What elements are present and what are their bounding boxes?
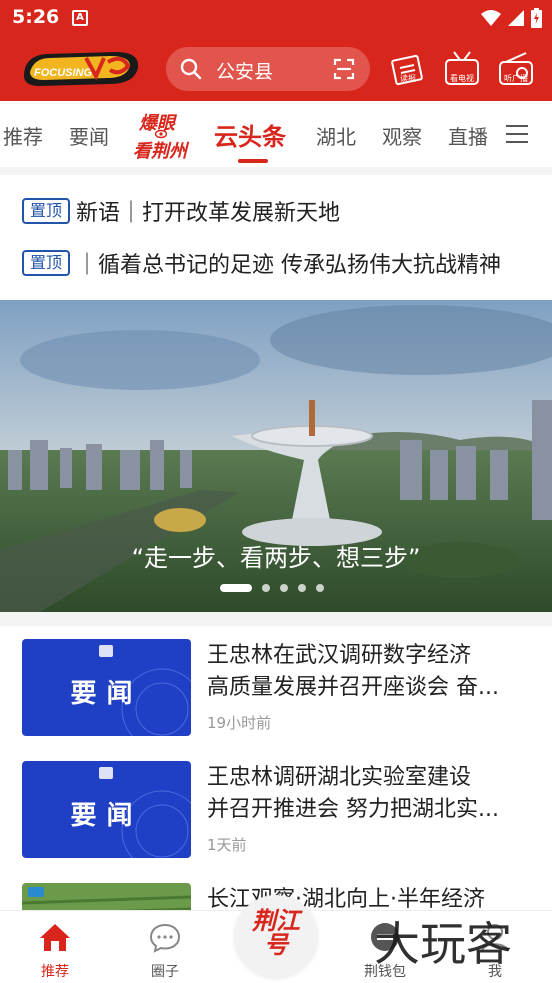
app-screen: 5:26 A FOCUSING 公安县 读报 看电视 听广播 推荐 要闻 爆眼 … bbox=[0, 0, 552, 983]
status-icons bbox=[481, 8, 542, 28]
news-title-line: 王忠林在武汉调研数字经济 bbox=[207, 643, 472, 668]
wifi-icon bbox=[481, 10, 501, 26]
app-logo[interactable]: FOCUSING bbox=[20, 46, 144, 90]
watch-tv-icon[interactable]: 看电视 bbox=[442, 50, 482, 88]
center-button-label: 荆江 号 bbox=[234, 909, 318, 957]
section-divider bbox=[0, 167, 552, 175]
carousel-dot-active bbox=[220, 584, 252, 592]
tab-yuntoutiao[interactable]: 云头条 bbox=[214, 117, 286, 152]
news-time: 19小时前 bbox=[207, 714, 272, 732]
watermark-text: 大玩客 bbox=[374, 917, 512, 971]
thumbnail-label: 要闻 bbox=[70, 679, 143, 709]
battery-icon bbox=[531, 8, 542, 28]
carousel-indicator bbox=[220, 584, 324, 592]
tab-hubei[interactable]: 湖北 bbox=[316, 121, 356, 150]
search-box[interactable]: 公安县 bbox=[166, 47, 370, 91]
news-title-line: 并召开推进会 努力把湖北实... bbox=[207, 797, 499, 822]
scan-icon[interactable] bbox=[332, 57, 356, 81]
nav-quanzi[interactable]: 圈子 bbox=[110, 911, 220, 983]
channel-menu-icon[interactable] bbox=[506, 125, 528, 143]
listen-radio-label: 听广播 bbox=[504, 74, 528, 83]
news-thumbnail: 要闻 bbox=[22, 639, 191, 736]
section-divider bbox=[0, 612, 552, 626]
carousel-dot bbox=[280, 584, 288, 592]
search-icon bbox=[180, 58, 202, 80]
read-newspaper-label: 读报 bbox=[400, 74, 416, 83]
pinned-title: 新语｜打开改革发展新天地 bbox=[76, 201, 341, 226]
carousel-dot bbox=[262, 584, 270, 592]
banner-carousel[interactable]: “走一步、看两步、想三步” bbox=[0, 300, 552, 612]
channel-tabs: 推荐 要闻 爆眼 看荆州 云头条 湖北 观察 直播 bbox=[0, 101, 552, 167]
news-item[interactable]: 要闻 王忠林在武汉调研数字经济 高质量发展并召开座谈会 奋... 19小时前 bbox=[0, 626, 552, 748]
active-tab-indicator bbox=[238, 159, 268, 163]
carousel-dot bbox=[298, 584, 306, 592]
pinned-title: ｜循着总书记的足迹 传承弘扬伟大抗战精神 bbox=[76, 253, 501, 278]
thumbnail-label: 要闻 bbox=[70, 801, 143, 831]
pinned-badge: 置顶 bbox=[22, 198, 70, 224]
nav-label: 推荐 bbox=[41, 964, 69, 980]
news-title: 王忠林在武汉调研数字经济 高质量发展并召开座谈会 奋... bbox=[207, 640, 533, 704]
app-header: FOCUSING 公安县 读报 看电视 听广播 bbox=[0, 36, 552, 101]
carousel-dot bbox=[316, 584, 324, 592]
logo-text: FOCUSING bbox=[34, 67, 93, 79]
notification-a-icon: A bbox=[72, 10, 88, 26]
chat-bubble-icon bbox=[149, 923, 181, 953]
jingjianghao-button[interactable]: 荆江 号 bbox=[234, 895, 318, 979]
news-item[interactable]: 要闻 王忠林调研湖北实验室建设 并召开推进会 努力把湖北实... 1天前 bbox=[0, 748, 552, 870]
news-title-line: 高质量发展并召开座谈会 奋... bbox=[207, 675, 499, 700]
home-icon bbox=[40, 924, 70, 951]
tab-guancha[interactable]: 观察 bbox=[382, 121, 422, 150]
pinned-list: 置顶 新语｜打开改革发展新天地 置顶 ｜循着总书记的足迹 传承弘扬伟大抗战精神 bbox=[0, 175, 552, 300]
signal-icon bbox=[508, 10, 524, 26]
watch-tv-label: 看电视 bbox=[450, 74, 474, 83]
nav-tuijian[interactable]: 推荐 bbox=[0, 911, 110, 983]
banner-caption: “走一步、看两步、想三步” bbox=[131, 544, 421, 572]
nav-label: 圈子 bbox=[151, 964, 179, 980]
search-input[interactable]: 公安县 bbox=[216, 57, 273, 84]
pinned-badge: 置顶 bbox=[22, 250, 70, 276]
center-button-line2: 号 bbox=[264, 930, 288, 959]
news-time: 1天前 bbox=[207, 836, 247, 854]
pinned-item[interactable]: 置顶 ｜循着总书记的足迹 传承弘扬伟大抗战精神 bbox=[0, 242, 552, 282]
status-bar: 5:26 A bbox=[0, 0, 552, 36]
pinned-item[interactable]: 置顶 新语｜打开改革发展新天地 bbox=[0, 190, 552, 230]
news-title-line: 王忠林调研湖北实验室建设 bbox=[207, 765, 472, 790]
news-title: 王忠林调研湖北实验室建设 并召开推进会 努力把湖北实... bbox=[207, 762, 533, 826]
tab-kanjingzhou[interactable]: 爆眼 看荆州 bbox=[133, 109, 191, 162]
news-thumbnail: 要闻 bbox=[22, 761, 191, 858]
tab-yaowen[interactable]: 要闻 bbox=[69, 121, 109, 150]
listen-radio-icon[interactable]: 听广播 bbox=[496, 50, 536, 88]
status-time: 5:26 bbox=[12, 6, 60, 28]
tab-special-line2: 看荆州 bbox=[133, 141, 187, 162]
tab-zhibo[interactable]: 直播 bbox=[448, 121, 488, 150]
tab-tuijian[interactable]: 推荐 bbox=[3, 121, 43, 150]
read-newspaper-icon[interactable]: 读报 bbox=[388, 50, 428, 88]
